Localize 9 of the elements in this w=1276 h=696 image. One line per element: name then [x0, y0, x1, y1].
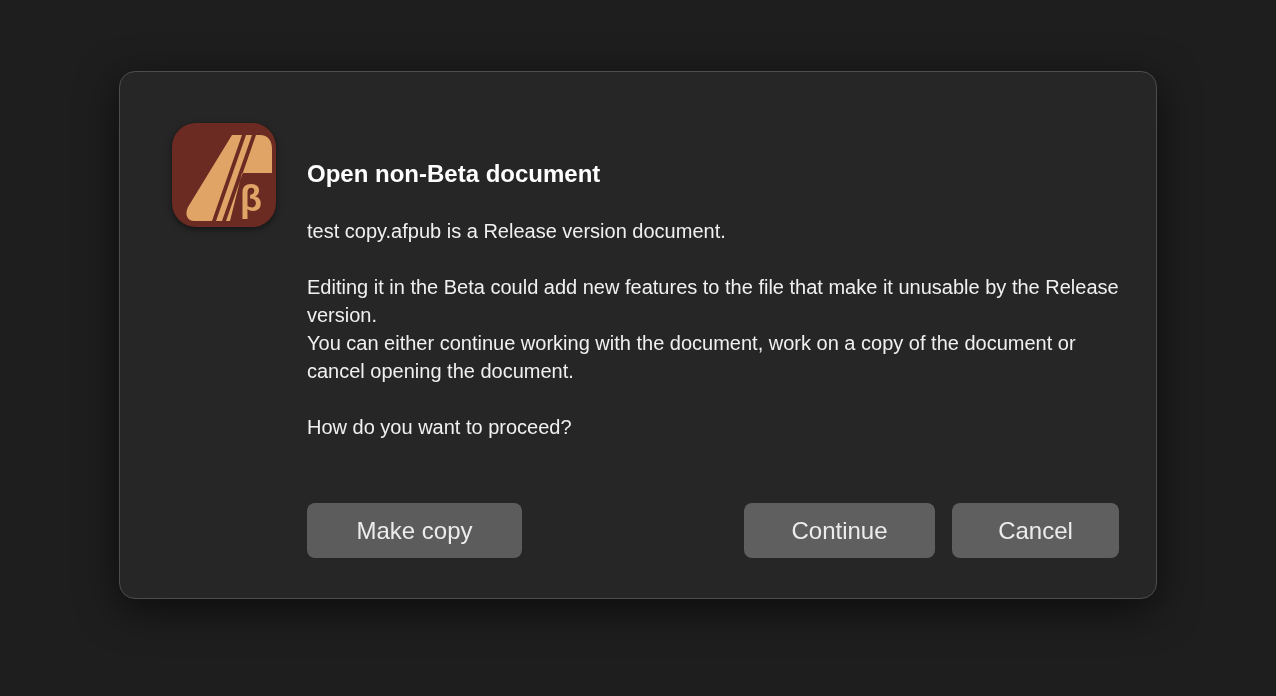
message-text: How do you want to proceed?: [307, 415, 573, 440]
dialog-button[interactable]: Cancel: [952, 503, 1119, 558]
logo-letter: β: [240, 181, 262, 217]
secondary-button[interactable]: Make copy: [307, 503, 522, 558]
dialog-button[interactable]: Continue: [744, 503, 935, 558]
dialog-title: Open non-Beta document: [307, 159, 602, 189]
message-text: Editing it in the Beta could add new features to the file that make it unusable by the Release version.: [307, 275, 1119, 328]
message-text: You can either continue working with the document, work on a copy of the document or cancel opening the document.: [307, 331, 1077, 384]
message-text: test copy.afpub is a Release version document.: [307, 219, 727, 244]
